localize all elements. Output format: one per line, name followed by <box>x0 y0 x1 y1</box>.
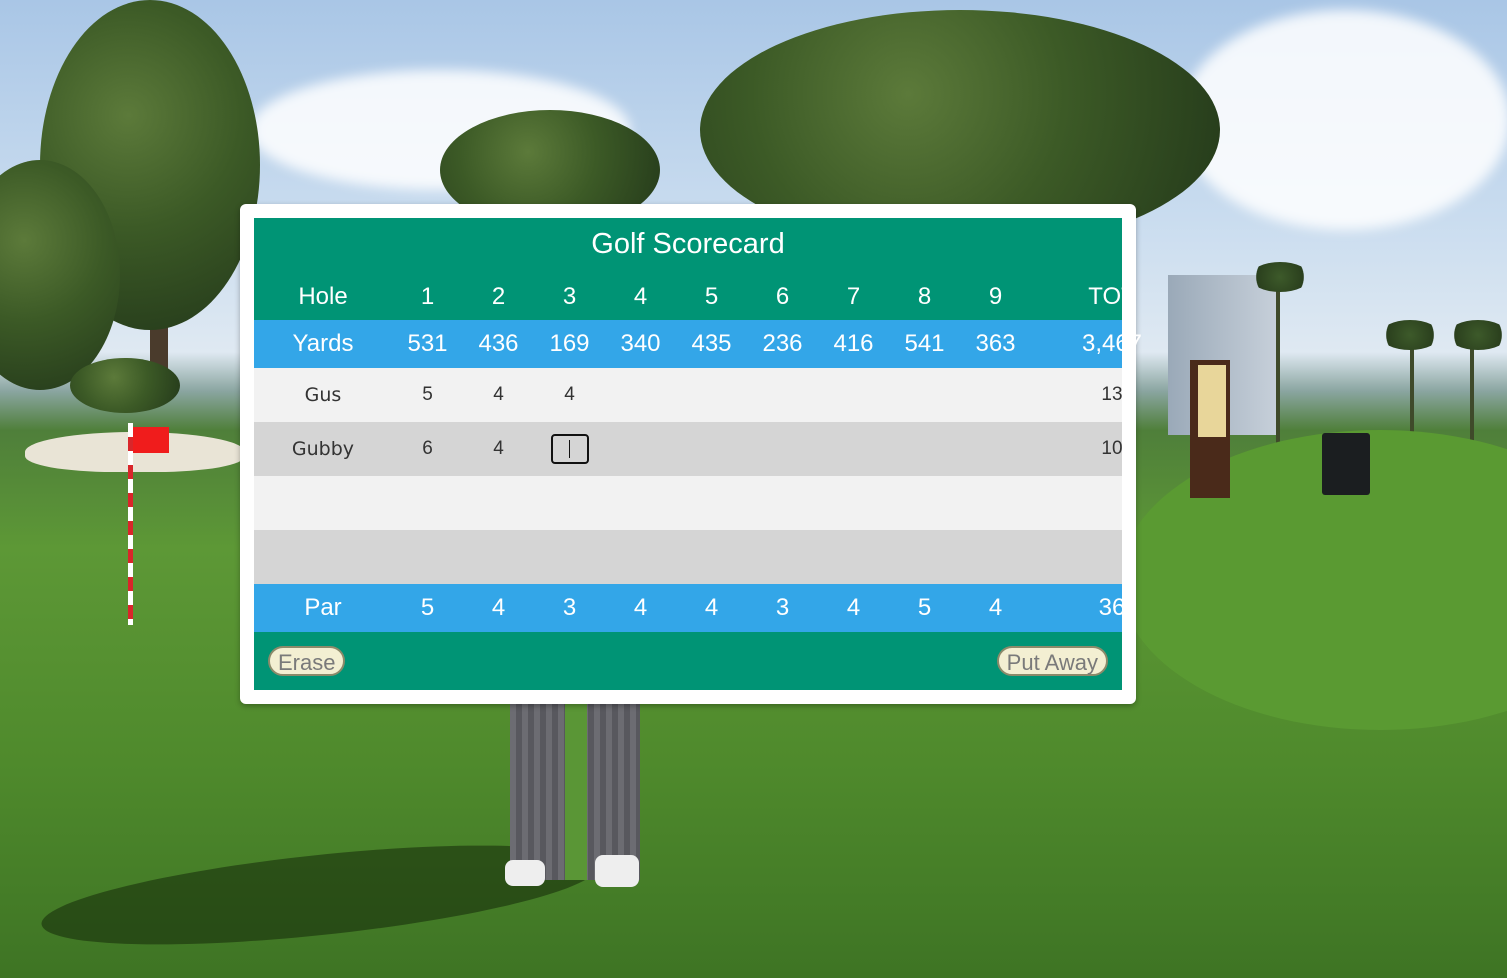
par-value: 4 <box>704 594 719 621</box>
hole-number: 7 <box>846 283 861 310</box>
palm-crown <box>1380 320 1440 350</box>
empty-player-row[interactable] <box>254 530 1122 584</box>
par-total: 36 <box>1098 594 1126 621</box>
par-value: 4 <box>846 594 861 621</box>
course-sign-board <box>1198 365 1226 437</box>
yards-row: Yards 531 436 169 340 435 236 416 541 36… <box>254 320 1142 368</box>
yards-value: 236 <box>762 330 803 357</box>
erase-button[interactable]: Erase <box>268 646 346 676</box>
hole-header-row: Hole 1 2 3 4 5 6 7 8 9 TOT <box>254 272 1135 322</box>
score-cell[interactable]: 5 <box>392 384 463 406</box>
yards-value: 541 <box>904 330 945 357</box>
par-value: 3 <box>775 594 790 621</box>
par-row: Par 5 4 3 4 4 3 4 5 4 36 <box>254 584 1125 632</box>
player-total: 13 <box>1101 384 1123 405</box>
hole-number: 8 <box>917 283 932 310</box>
hole-number: 3 <box>562 283 577 310</box>
yards-value: 435 <box>691 330 732 357</box>
par-value: 3 <box>562 594 577 621</box>
palm-tree <box>1276 290 1280 450</box>
hole-number: 2 <box>491 283 506 310</box>
bush <box>70 358 180 413</box>
hole-label: Hole <box>298 283 348 310</box>
palm-crown <box>1448 320 1507 350</box>
hole-number: 1 <box>420 283 435 310</box>
par-value: 5 <box>917 594 932 621</box>
yards-value: 363 <box>975 330 1016 357</box>
par-value: 4 <box>491 594 506 621</box>
empty-player-row[interactable] <box>254 476 1122 530</box>
score-cell[interactable]: 4 <box>534 384 605 406</box>
palm-crown <box>1250 262 1310 292</box>
yards-value: 169 <box>549 330 590 357</box>
scorecard: Golf Scorecard Hole 1 2 3 4 5 6 7 8 9 TO… <box>254 218 1142 690</box>
scorecard-title: Golf Scorecard <box>591 228 785 260</box>
total-header: TOT <box>1088 283 1136 310</box>
palm-tree <box>1470 340 1474 450</box>
yards-label: Yards <box>292 330 354 357</box>
player-row-gus: Gus 5 4 4 13 <box>254 368 1123 422</box>
score-cell[interactable]: 4 <box>463 384 534 406</box>
golfer-shoe <box>595 855 639 887</box>
yards-total: 3,467 <box>1081 330 1143 357</box>
score-cell[interactable]: 4 <box>463 438 534 460</box>
par-label: Par <box>304 594 342 621</box>
player-row-gubby: Gubby 6 4 10 <box>254 422 1123 476</box>
golfer-shoe <box>505 860 545 886</box>
par-value: 4 <box>633 594 648 621</box>
hole-number: 5 <box>704 283 719 310</box>
golfer-legs-gap <box>565 700 587 880</box>
hole-number: 9 <box>988 283 1003 310</box>
yards-value: 416 <box>833 330 874 357</box>
par-value: 5 <box>420 594 435 621</box>
yards-value: 436 <box>478 330 519 357</box>
par-value: 4 <box>988 594 1003 621</box>
yards-value: 531 <box>407 330 448 357</box>
player-name[interactable]: Gus <box>254 384 392 406</box>
score-input[interactable] <box>550 434 589 464</box>
player-total: 10 <box>1101 438 1123 459</box>
cloud <box>1180 10 1507 230</box>
player-name[interactable]: Gubby <box>254 438 392 460</box>
scorecard-panel: Golf Scorecard Hole 1 2 3 4 5 6 7 8 9 TO… <box>240 204 1142 704</box>
hill <box>1120 430 1507 730</box>
put-away-button[interactable]: Put Away <box>996 646 1108 676</box>
yards-value: 340 <box>620 330 661 357</box>
score-cell-active[interactable] <box>534 434 605 464</box>
text-caret <box>568 440 570 458</box>
flag <box>133 427 169 453</box>
score-cell[interactable]: 6 <box>392 438 463 460</box>
flag-pole <box>128 423 133 625</box>
hole-number: 6 <box>775 283 790 310</box>
hole-number: 4 <box>633 283 648 310</box>
trash-bin <box>1322 433 1370 495</box>
